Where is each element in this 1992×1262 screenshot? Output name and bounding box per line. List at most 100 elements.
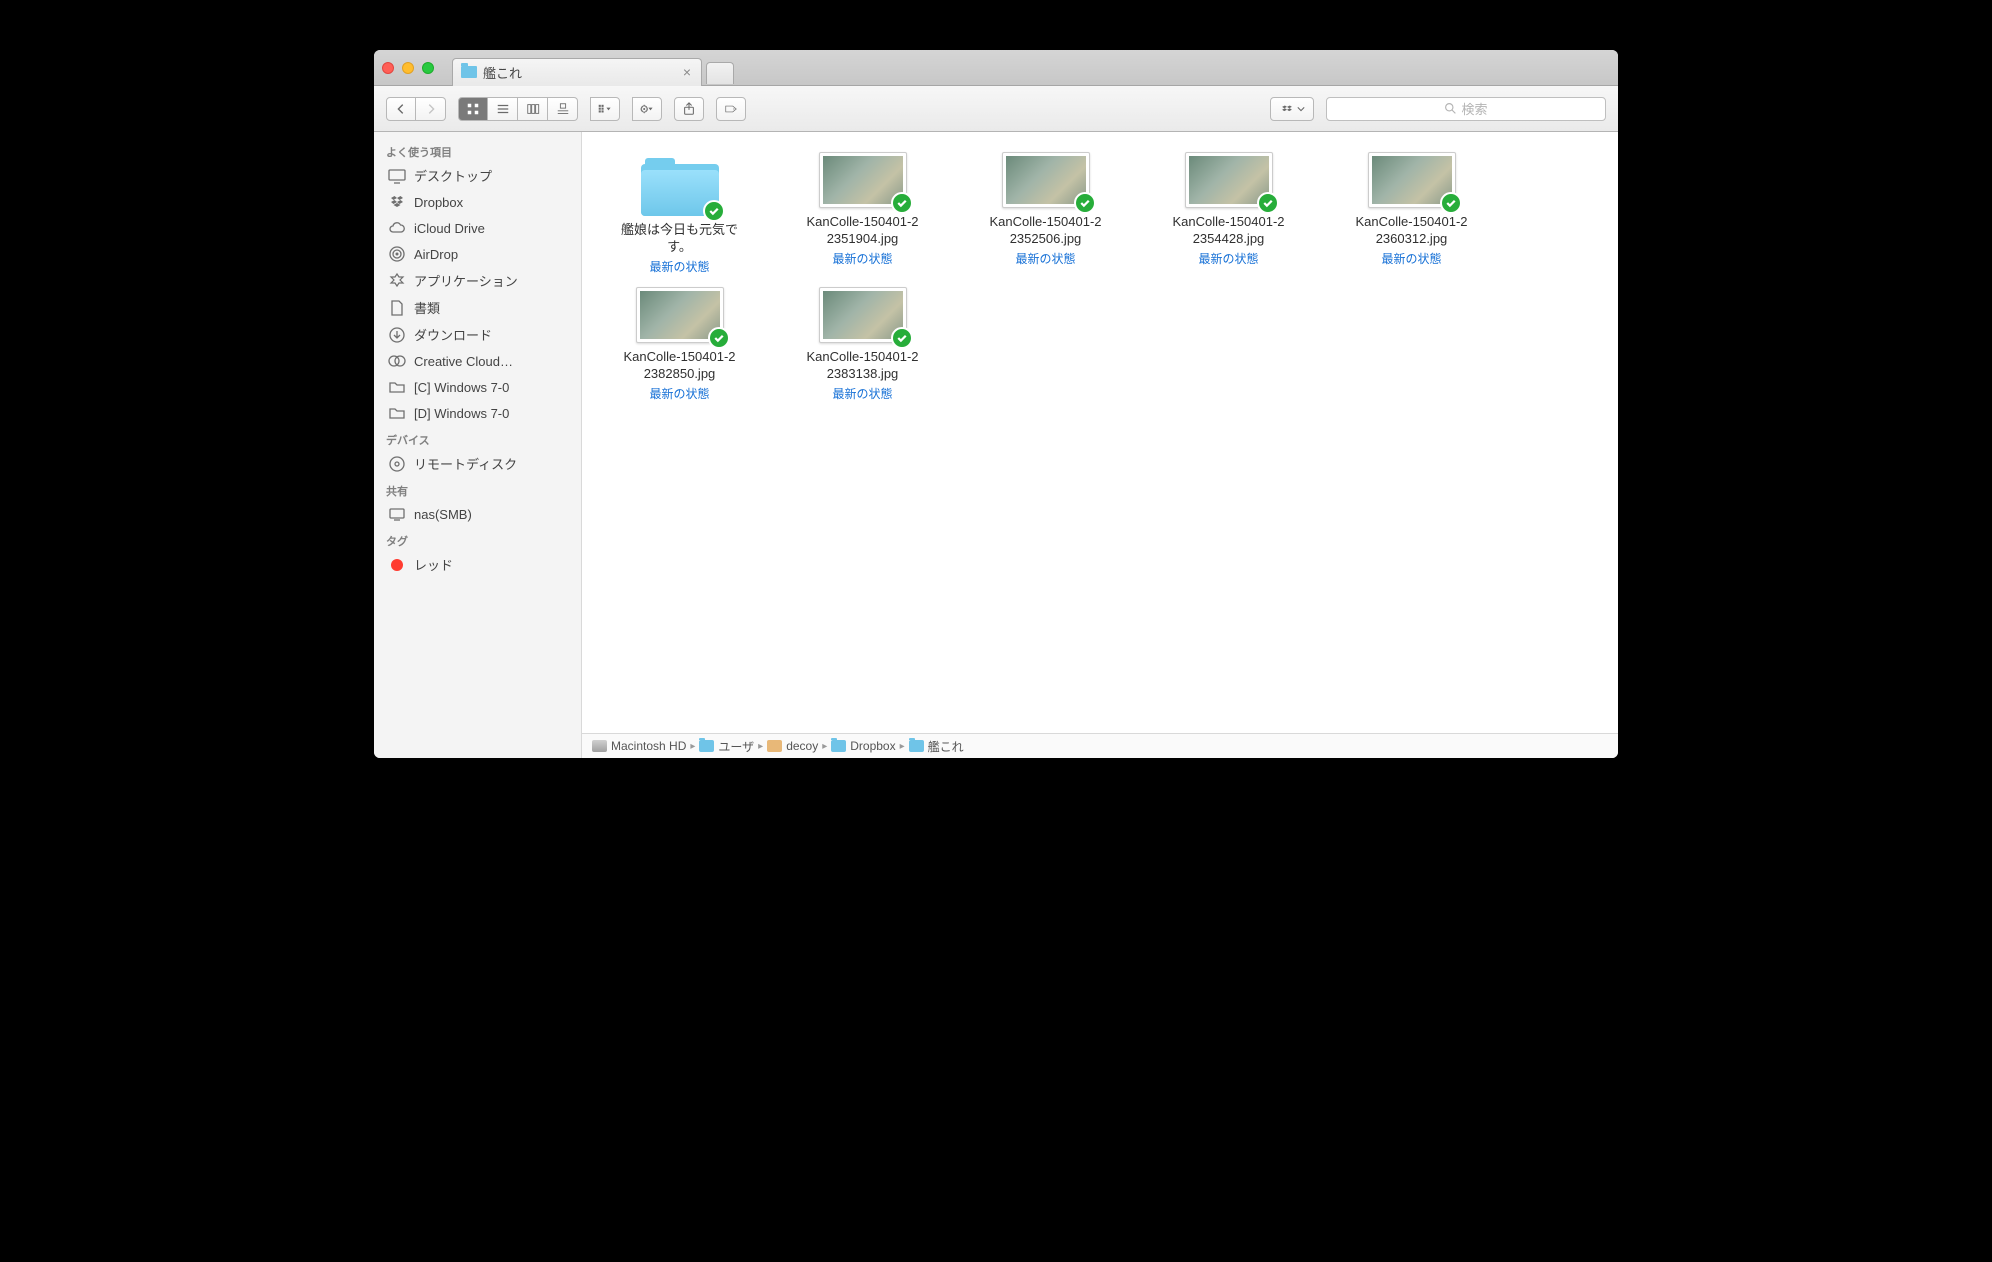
synced-badge-icon: [708, 327, 730, 349]
arrange-button[interactable]: [590, 97, 620, 121]
sidebar-item-label: 書類: [414, 298, 440, 317]
search-input[interactable]: 検索: [1326, 97, 1606, 121]
sidebar-section-header: デバイス: [374, 426, 581, 450]
toolbar: 検索: [374, 86, 1618, 132]
window-body: よく使う項目デスクトップ Dropbox iCloud Drive AirDrop アプ…: [374, 132, 1618, 758]
sidebar-item-label: nas(SMB): [414, 507, 472, 522]
list-view-button[interactable]: [488, 97, 518, 121]
sidebar-item-label: [C] Windows 7-0: [414, 380, 509, 395]
folder-icon: [641, 152, 719, 216]
image-thumbnail: [1002, 152, 1090, 208]
sidebar-item-label: Creative Cloud…: [414, 354, 513, 369]
nav-buttons: [386, 97, 446, 121]
search-icon: [1444, 102, 1457, 115]
path-segment[interactable]: Dropbox: [831, 739, 895, 753]
forward-button[interactable]: [416, 97, 446, 121]
synced-badge-icon: [1074, 192, 1096, 214]
file-status: 最新の状態: [832, 250, 892, 267]
action-button[interactable]: [632, 97, 662, 121]
sidebar-item-label: Dropbox: [414, 195, 463, 210]
doc-icon: [388, 299, 406, 317]
sidebar-item[interactable]: [D] Windows 7-0: [374, 400, 581, 426]
path-segment[interactable]: decoy: [767, 739, 818, 753]
path-segment[interactable]: ユーザ: [699, 738, 754, 755]
chevron-right-icon: ▸: [900, 741, 905, 752]
finder-window: 艦これ × 検索 よく使う項目デスクトップ: [374, 50, 1618, 758]
path-segment[interactable]: Macintosh HD: [592, 739, 686, 753]
file-item[interactable]: KanColle-150401-22382850.jpg最新の状態: [588, 281, 771, 408]
sidebar-item[interactable]: ダウンロード: [374, 321, 581, 348]
zoom-window-button[interactable]: [422, 62, 434, 74]
cc-icon: [388, 352, 406, 370]
file-status: 最新の状態: [649, 258, 709, 275]
disc-icon: [388, 455, 406, 473]
path-label: decoy: [786, 739, 818, 753]
file-name: KanColle-150401-22354428.jpg: [1172, 214, 1284, 248]
tab-bar: 艦これ ×: [374, 50, 1618, 86]
image-thumbnail: [819, 287, 907, 343]
sidebar-item[interactable]: 書類: [374, 294, 581, 321]
folder-icon: [461, 66, 477, 78]
sidebar-item[interactable]: [C] Windows 7-0: [374, 374, 581, 400]
sidebar-item-label: リモートディスク: [414, 454, 517, 473]
dropbox-button[interactable]: [1270, 97, 1314, 121]
tags-button[interactable]: [716, 97, 746, 121]
file-item[interactable]: KanColle-150401-22383138.jpg最新の状態: [771, 281, 954, 408]
sidebar-section-header: タグ: [374, 527, 581, 551]
file-grid[interactable]: 艦娘は今日も元気です。最新の状態KanColle-150401-22351904…: [582, 132, 1618, 733]
path-label: ユーザ: [718, 738, 754, 755]
file-item[interactable]: KanColle-150401-22354428.jpg最新の状態: [1137, 146, 1320, 281]
tab-title: 艦これ: [483, 63, 522, 82]
sidebar-item[interactable]: Dropbox: [374, 189, 581, 215]
file-item[interactable]: KanColle-150401-22360312.jpg最新の状態: [1320, 146, 1503, 281]
download-icon: [388, 326, 406, 344]
desktop-icon: [388, 167, 406, 185]
minimize-window-button[interactable]: [402, 62, 414, 74]
cloud-icon: [388, 219, 406, 237]
path-segment[interactable]: 艦これ: [909, 738, 964, 755]
traffic-lights: [382, 62, 434, 74]
close-window-button[interactable]: [382, 62, 394, 74]
sidebar-item[interactable]: AirDrop: [374, 241, 581, 267]
arrange-group: [590, 97, 620, 121]
image-thumbnail: [1368, 152, 1456, 208]
back-button[interactable]: [386, 97, 416, 121]
file-status: 最新の状態: [649, 385, 709, 402]
sidebar-item-label: AirDrop: [414, 247, 458, 262]
sidebar-section-header: よく使う項目: [374, 138, 581, 162]
content-area: 艦娘は今日も元気です。最新の状態KanColle-150401-22351904…: [582, 132, 1618, 758]
file-item[interactable]: KanColle-150401-22352506.jpg最新の状態: [954, 146, 1137, 281]
close-tab-button[interactable]: ×: [683, 65, 691, 79]
sidebar-item[interactable]: デスクトップ: [374, 162, 581, 189]
sidebar-item[interactable]: nas(SMB): [374, 501, 581, 527]
path-icon: [767, 740, 782, 752]
sidebar-item[interactable]: iCloud Drive: [374, 215, 581, 241]
share-button[interactable]: [674, 97, 704, 121]
apps-icon: [388, 272, 406, 290]
sidebar-item-label: [D] Windows 7-0: [414, 406, 509, 421]
sidebar-section-header: 共有: [374, 477, 581, 501]
net-icon: [388, 505, 406, 523]
column-view-button[interactable]: [518, 97, 548, 121]
file-name: 艦娘は今日も元気です。: [621, 222, 738, 256]
sidebar-item-label: iCloud Drive: [414, 221, 485, 236]
file-item[interactable]: KanColle-150401-22351904.jpg 最新の状態: [771, 146, 954, 281]
file-status: 最新の状態: [1381, 250, 1441, 267]
path-bar: Macintosh HD▸ユーザ▸decoy▸Dropbox▸艦これ: [582, 733, 1618, 758]
file-item[interactable]: 艦娘は今日も元気です。最新の状態: [588, 146, 771, 281]
folder-icon: [388, 404, 406, 422]
sidebar-item[interactable]: リモートディスク: [374, 450, 581, 477]
sidebar-item[interactable]: アプリケーション: [374, 267, 581, 294]
active-tab[interactable]: 艦これ ×: [452, 58, 702, 86]
file-name: KanColle-150401-22352506.jpg: [989, 214, 1101, 248]
new-tab-button[interactable]: [706, 62, 734, 84]
synced-badge-icon: [703, 200, 725, 222]
sidebar-item[interactable]: Creative Cloud…: [374, 348, 581, 374]
icon-view-button[interactable]: [458, 97, 488, 121]
tag-red-icon: [388, 556, 406, 574]
synced-badge-icon: [891, 327, 913, 349]
file-name: KanColle-150401-22351904.jpg: [806, 214, 918, 248]
sidebar-item[interactable]: レッド: [374, 551, 581, 578]
synced-badge-icon: [1257, 192, 1279, 214]
coverflow-view-button[interactable]: [548, 97, 578, 121]
